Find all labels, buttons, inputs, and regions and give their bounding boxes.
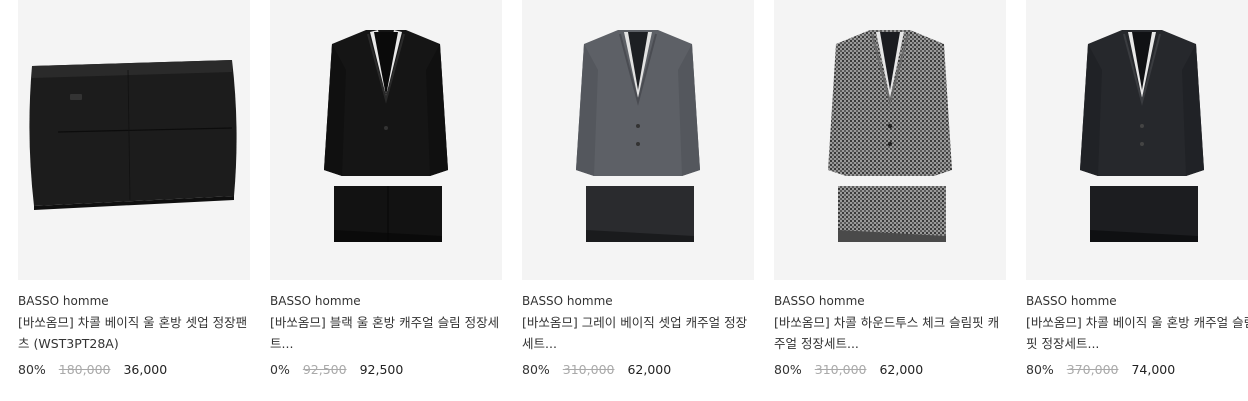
- sale-price: 62,000: [627, 362, 672, 377]
- product-grid: BASSO homme [바쏘옴므] 차콜 베이직 울 혼방 셋업 정장팬츠 (…: [0, 0, 1248, 401]
- gray-suit-icon: [576, 30, 700, 242]
- product-image[interactable]: [774, 0, 1006, 280]
- product-title[interactable]: [바쏘옴므] 차콜 베이직 울 혼방 셋업 정장팬츠 (WST3PT28A): [18, 312, 250, 354]
- original-price: 180,000: [58, 362, 111, 377]
- charcoal-pants-icon: [29, 60, 237, 210]
- discount-rate: 80%: [774, 362, 802, 377]
- sale-price: 92,500: [359, 362, 404, 377]
- sale-price: 74,000: [1131, 362, 1176, 377]
- product-card[interactable]: BASSO homme [바쏘옴므] 블랙 울 혼방 캐주얼 슬림 정장세트..…: [270, 0, 502, 378]
- product-title[interactable]: [바쏘옴므] 그레이 베이직 셋업 캐주얼 정장세트...: [522, 312, 754, 354]
- price-row: 80% 180,000 36,000: [18, 362, 250, 378]
- brand-name: BASSO homme: [774, 294, 865, 308]
- sale-price: 36,000: [123, 362, 168, 377]
- price-row: 80% 310,000 62,000: [522, 362, 754, 378]
- original-price: 310,000: [814, 362, 867, 377]
- brand-name: BASSO homme: [270, 294, 361, 308]
- product-card[interactable]: BASSO homme [바쏘옴므] 차콜 하운드투스 체크 슬림핏 캐주얼 정…: [774, 0, 1006, 378]
- product-image[interactable]: [18, 0, 250, 280]
- price-row: 80% 310,000 62,000: [774, 362, 1006, 378]
- product-title[interactable]: [바쏘옴므] 차콜 베이직 울 혼방 캐주얼 슬림핏 정장세트...: [1026, 312, 1248, 354]
- brand-name: BASSO homme: [1026, 294, 1117, 308]
- discount-rate: 0%: [270, 362, 290, 377]
- discount-rate: 80%: [522, 362, 550, 377]
- product-title[interactable]: [바쏘옴므] 블랙 울 혼방 캐주얼 슬림 정장세트...: [270, 312, 502, 354]
- product-card[interactable]: BASSO homme [바쏘옴므] 차콜 베이직 울 혼방 셋업 정장팬츠 (…: [18, 0, 250, 378]
- product-image[interactable]: [1026, 0, 1248, 280]
- houndstooth-suit-icon: [828, 30, 952, 242]
- discount-rate: 80%: [1026, 362, 1054, 377]
- original-price: 370,000: [1066, 362, 1119, 377]
- product-card[interactable]: BASSO homme [바쏘옴므] 그레이 베이직 셋업 캐주얼 정장세트..…: [522, 0, 754, 378]
- discount-rate: 80%: [18, 362, 46, 377]
- original-price: 92,500: [302, 362, 347, 377]
- product-image[interactable]: [270, 0, 502, 280]
- brand-name: BASSO homme: [522, 294, 613, 308]
- sale-price: 62,000: [879, 362, 924, 377]
- product-card[interactable]: BASSO homme [바쏘옴므] 차콜 베이직 울 혼방 캐주얼 슬림핏 정…: [1026, 0, 1248, 378]
- original-price: 310,000: [562, 362, 615, 377]
- price-row: 80% 370,000 74,000: [1026, 362, 1248, 378]
- brand-name: BASSO homme: [18, 294, 109, 308]
- product-title[interactable]: [바쏘옴므] 차콜 하운드투스 체크 슬림핏 캐주얼 정장세트...: [774, 312, 1006, 354]
- charcoal-suit-icon: [1080, 30, 1204, 242]
- price-row: 0% 92,500 92,500: [270, 362, 502, 378]
- black-suit-icon: [324, 30, 448, 242]
- product-image[interactable]: [522, 0, 754, 280]
